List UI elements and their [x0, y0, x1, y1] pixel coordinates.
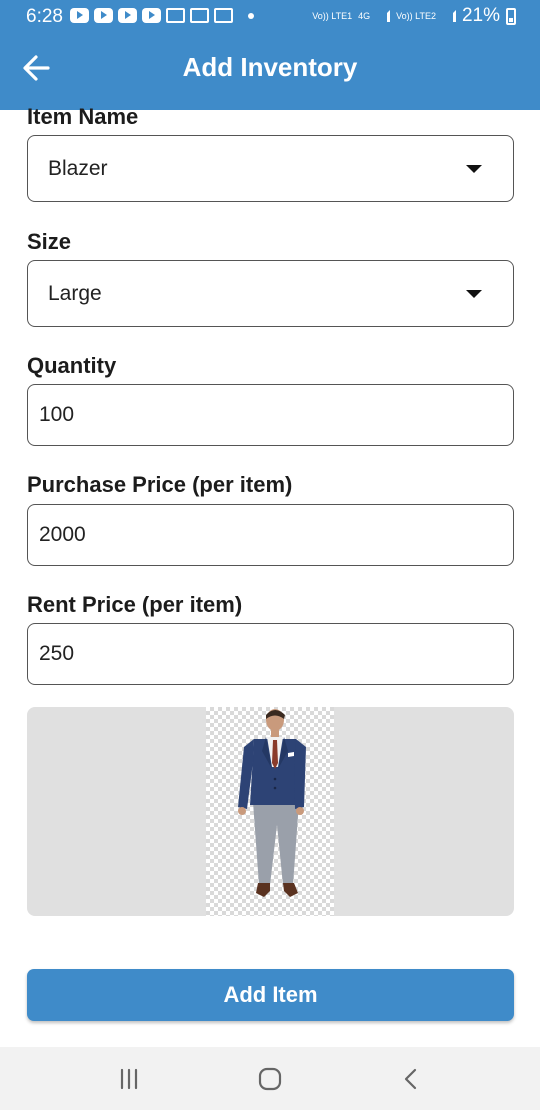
quantity-label: Quantity — [27, 353, 117, 378]
mail-icon — [190, 8, 209, 23]
item-name-label: Item Name — [27, 104, 139, 129]
quantity-input[interactable] — [27, 384, 514, 446]
recent-apps-button[interactable] — [114, 1065, 144, 1093]
status-bar: 6:28 Vo)) LTE1 4G Vo)) LTE2 21% — [0, 0, 540, 34]
dot-icon — [248, 12, 254, 19]
page-title: Add Inventory — [182, 52, 358, 82]
home-icon — [258, 1067, 282, 1091]
mail-icon — [166, 8, 185, 23]
status-right: Vo)) LTE1 4G Vo)) LTE2 21% — [312, 6, 516, 26]
youtube-icon — [142, 8, 161, 23]
item-image-picker[interactable] — [27, 707, 514, 916]
system-back-button[interactable] — [396, 1065, 426, 1093]
add-item-button[interactable]: Add Item — [27, 969, 514, 1021]
rent-price-label: Rent Price (per item) — [27, 592, 243, 617]
network-2-label: Vo)) LTE2 — [396, 10, 436, 21]
back-chevron-icon — [404, 1068, 417, 1090]
home-button[interactable] — [255, 1065, 285, 1093]
battery-percent: 21% — [461, 5, 500, 26]
system-nav-bar — [0, 1047, 540, 1110]
rent-price-input[interactable] — [27, 623, 514, 685]
top-bar: 6:28 Vo)) LTE1 4G Vo)) LTE2 21% Add Inve… — [0, 0, 540, 110]
size-dropdown[interactable]: Large — [27, 260, 514, 327]
item-image — [206, 707, 334, 916]
dropdown-arrow-icon — [466, 290, 482, 298]
network-type-label: 4G — [358, 10, 371, 21]
signal-icon — [376, 10, 391, 22]
network-1-label: Vo)) LTE1 — [312, 10, 353, 21]
youtube-icon — [94, 8, 113, 23]
youtube-icon — [70, 8, 89, 23]
app-bar: Add Inventory — [0, 34, 540, 104]
item-name-value: Blazer — [48, 157, 108, 180]
size-label: Size — [27, 229, 72, 254]
signal-icon — [442, 10, 456, 22]
notification-icons — [70, 8, 254, 23]
dropdown-arrow-icon — [466, 165, 482, 173]
item-name-dropdown[interactable]: Blazer — [27, 135, 514, 202]
youtube-icon — [118, 8, 137, 23]
blazer-product-image — [238, 709, 306, 897]
size-value: Large — [48, 282, 102, 305]
mail-icon — [214, 8, 233, 23]
status-time: 6:28 — [26, 6, 63, 27]
battery-icon — [506, 7, 516, 25]
purchase-price-label: Purchase Price (per item) — [27, 472, 293, 497]
purchase-price-input[interactable] — [27, 504, 514, 566]
recent-apps-icon — [120, 1068, 138, 1090]
